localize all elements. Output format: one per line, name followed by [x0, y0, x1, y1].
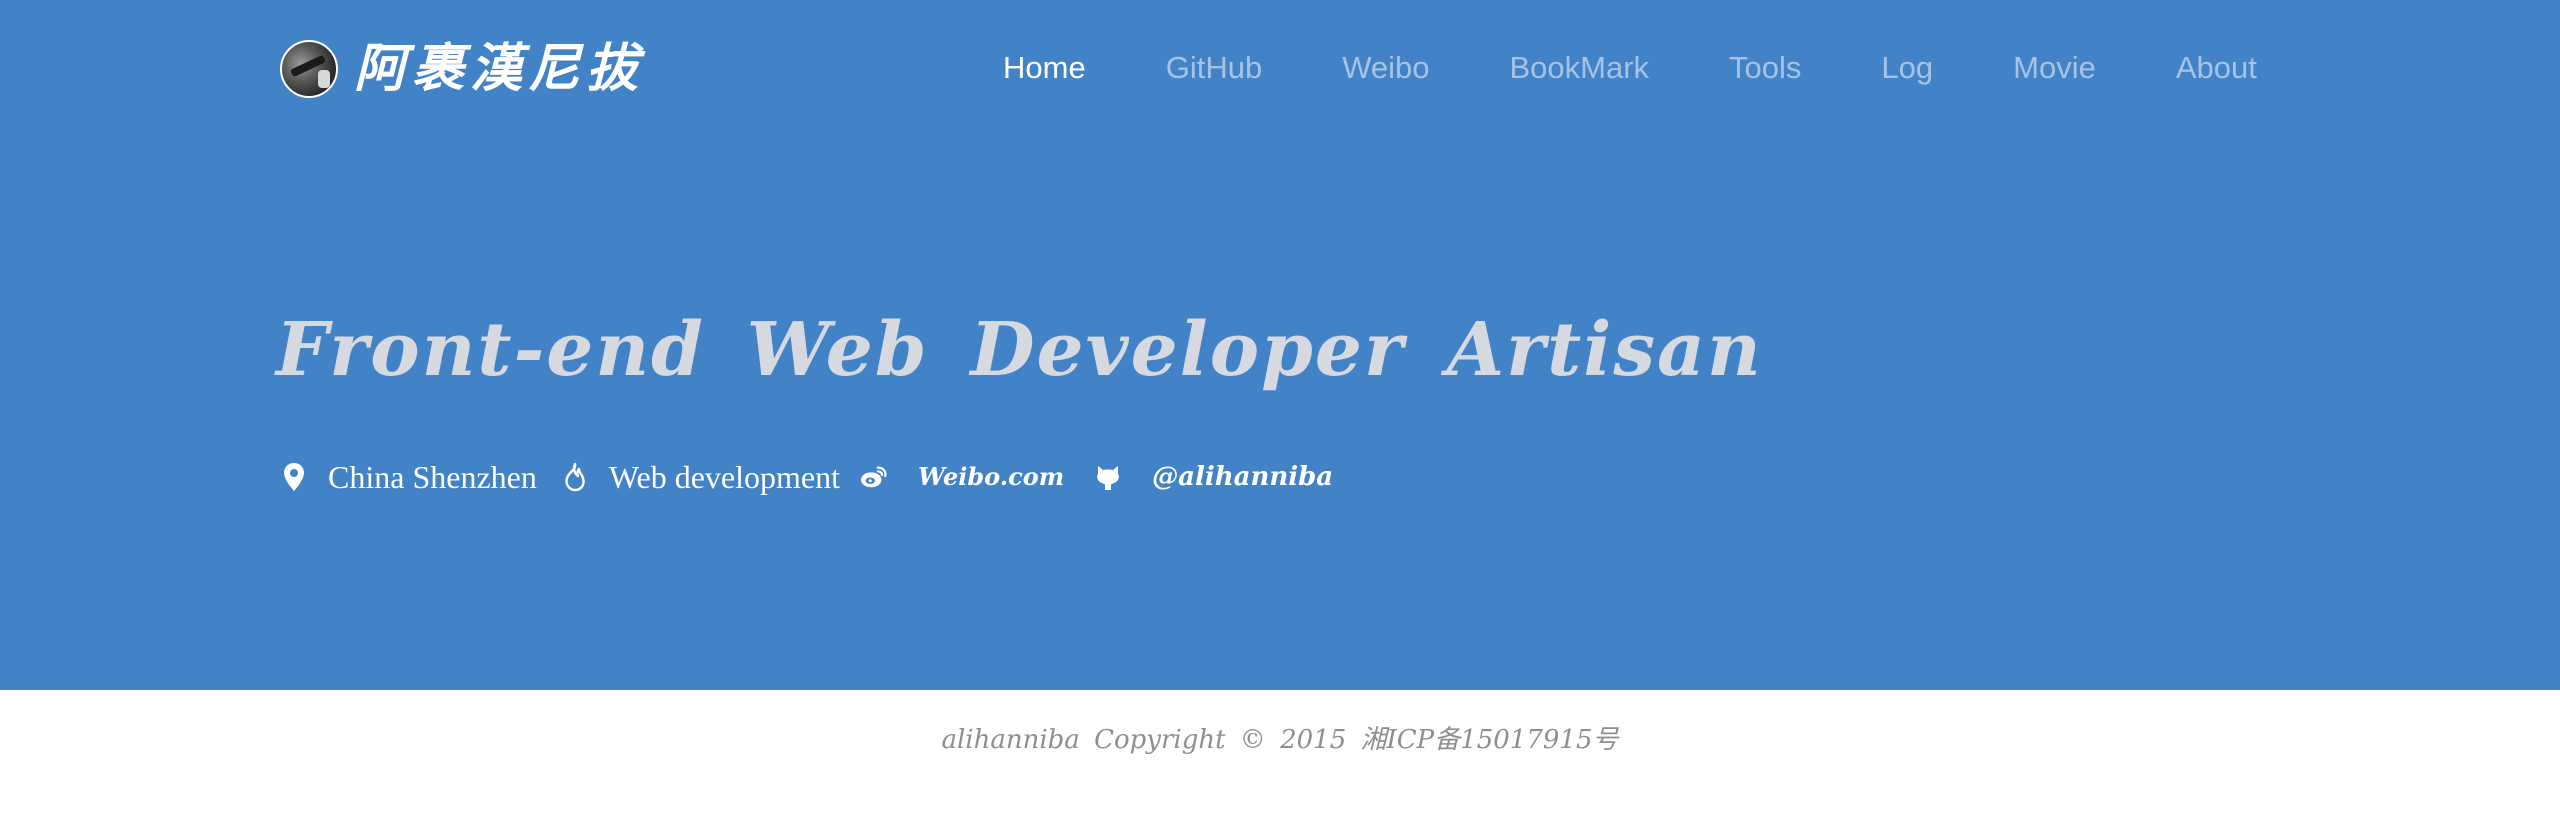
- location-text: China Shenzhen: [328, 459, 537, 495]
- avatar[interactable]: [280, 40, 338, 98]
- flame-icon: [561, 461, 589, 493]
- nav-weibo[interactable]: Weibo: [1342, 46, 1429, 90]
- weibo-link[interactable]: Weibo.com: [918, 452, 1064, 502]
- brand-name[interactable]: 阿裹漢尼拔: [354, 38, 644, 100]
- weibo-icon[interactable]: [860, 461, 888, 493]
- nav-github[interactable]: GitHub: [1166, 46, 1262, 90]
- nav-log[interactable]: Log: [1881, 46, 1933, 90]
- map-pin-icon: [280, 461, 308, 493]
- github-handle[interactable]: @alihanniba: [1152, 452, 1333, 502]
- nav-bookmark[interactable]: BookMark: [1510, 46, 1650, 90]
- field-text: Web development: [608, 459, 840, 495]
- hero-banner: 阿裹漢尼拔 Home GitHub Weibo BookMark Tools L…: [0, 0, 2560, 690]
- profile-info: China Shenzhen Web development Weibo.com…: [280, 452, 1333, 502]
- brand[interactable]: 阿裹漢尼拔: [280, 38, 644, 100]
- nav-home[interactable]: Home: [1003, 46, 1086, 90]
- nav-movie[interactable]: Movie: [2013, 46, 2096, 90]
- hero-tagline: Front-end Web Developer Artisan: [276, 307, 1763, 393]
- nav-tools[interactable]: Tools: [1729, 46, 1801, 90]
- footer-copyright: alihanniba Copyright © 2015 湘ICP备1501791…: [941, 725, 1619, 755]
- main-nav: Home GitHub Weibo BookMark Tools Log Mov…: [1003, 46, 2257, 90]
- github-icon[interactable]: [1094, 461, 1122, 493]
- nav-about[interactable]: About: [2176, 46, 2257, 90]
